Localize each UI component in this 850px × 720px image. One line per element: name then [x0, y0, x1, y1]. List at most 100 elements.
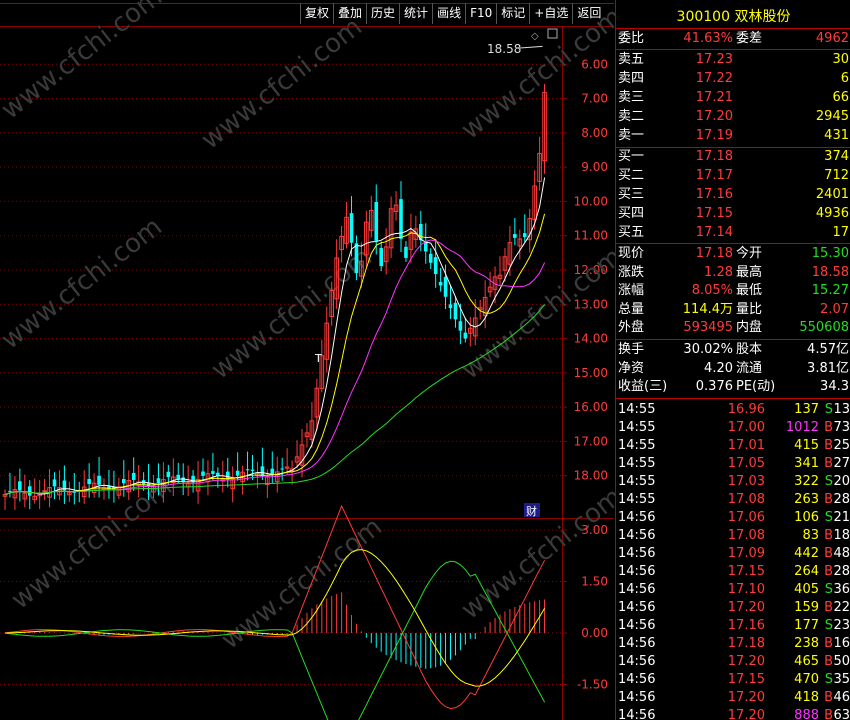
tick-count: 48	[833, 546, 850, 561]
tick-count: 35	[833, 672, 850, 687]
tick-time: 14:55	[618, 492, 656, 507]
fundamental-label: PE(动)	[736, 379, 776, 394]
ask-label: 卖二	[618, 109, 645, 124]
price-tick-label: 14.00	[574, 332, 608, 346]
tick-count: 25	[833, 438, 850, 453]
macd-tick-label: 1.50	[581, 575, 608, 589]
bid-label: 买五	[618, 225, 645, 240]
toolbar: 复权 叠加 历史 统计 画线 F10 标记 +自选 返回	[300, 3, 605, 24]
ask-price: 17.19	[695, 128, 733, 143]
high-price-arrow	[519, 45, 543, 49]
tick-time: 14:56	[618, 690, 656, 705]
ask-label: 卖一	[618, 128, 645, 143]
candle-body	[404, 246, 408, 258]
candle-body	[260, 466, 265, 477]
fundamental-label: 换手	[618, 342, 645, 357]
tick-price: 17.15	[727, 564, 765, 579]
tick-price: 17.09	[727, 546, 765, 561]
quote-label: 总量	[618, 301, 645, 317]
bid-label: 买三	[618, 187, 645, 202]
tick-row: 14:56 17.20 159 B 22	[616, 599, 850, 617]
ask-volume: 2945	[815, 109, 849, 124]
tick-price: 17.03	[727, 474, 765, 489]
tick-price: 17.20	[727, 690, 765, 705]
fundamental-value: 4.57亿	[807, 342, 849, 357]
ask-row: 卖四 17.22 6	[616, 70, 850, 88]
quote-label: 今开	[736, 246, 763, 261]
quote-value: 1.28	[704, 264, 733, 280]
ask-volume: 66	[832, 90, 849, 105]
tick-count: 73	[833, 420, 850, 435]
overlay-button[interactable]: 叠加	[333, 3, 366, 24]
ask-volume: 431	[824, 128, 849, 143]
chart-area[interactable]: 18.0017.0016.0015.0014.0013.0012.0011.00…	[0, 0, 615, 720]
candle-body	[211, 471, 215, 474]
candle-body	[374, 202, 379, 241]
tick-price: 17.01	[727, 438, 765, 453]
tick-count: 50	[833, 654, 850, 669]
back-button[interactable]: 返回	[572, 3, 605, 24]
fundamental-label: 收益(三)	[618, 379, 668, 394]
candle-body	[235, 470, 240, 476]
fundamental-label: 流通	[736, 360, 763, 376]
quote-value: 15.30	[811, 246, 849, 261]
tick-volume: 106	[794, 510, 819, 525]
price-tick-label: 10.00	[574, 194, 608, 208]
tick-volume: 415	[794, 438, 819, 453]
f10-button[interactable]: F10	[465, 3, 496, 24]
tick-time: 14:55	[618, 474, 656, 489]
tick-count: 21	[833, 510, 850, 525]
candle-body	[122, 478, 126, 484]
price-tick-label: 8.00	[581, 126, 608, 140]
tick-row: 14:56 17.16 177 S 23	[616, 617, 850, 635]
mark-button[interactable]: 标记	[496, 3, 529, 24]
quote-row: 涨幅 8.05% 最低 15.27	[616, 282, 850, 300]
price-tick-label: 15.00	[574, 366, 608, 380]
draw-line-button[interactable]: 画线	[432, 3, 465, 24]
candle-body	[166, 471, 171, 478]
tick-time: 14:56	[618, 510, 656, 525]
tick-volume: 263	[794, 492, 819, 507]
candle-body	[18, 481, 22, 491]
statistics-button[interactable]: 统计	[399, 3, 432, 24]
bid-row: 买三 17.16 2401	[616, 186, 850, 204]
tick-side: S	[824, 672, 833, 687]
tick-count: 46	[833, 690, 850, 705]
quote-row: 总量 114.4万 量比 2.07	[616, 301, 850, 319]
candle-body	[201, 471, 205, 476]
restore-rights-button[interactable]: 复权	[300, 3, 333, 24]
bid-row: 买四 17.15 4936	[616, 205, 850, 223]
quote-panel: 300100 双林股份 委比 41.63% 委差 4962 卖五 17.23 30 卖四 17.…	[615, 0, 850, 720]
watermark-text: www.cfchi.com	[0, 212, 168, 356]
tick-row: 14:56 17.20 888 B 63	[616, 707, 850, 720]
tick-row: 14:56 17.18 238 B 16	[616, 635, 850, 653]
panel-toggle-icon	[547, 28, 558, 39]
quote-value: 8.05%	[691, 283, 733, 298]
candle-body	[131, 472, 136, 481]
tick-time: 14:56	[618, 654, 656, 669]
candle-body	[448, 304, 453, 309]
tick-volume: 470	[794, 672, 819, 687]
pane-divider	[0, 518, 614, 519]
tick-count: 28	[833, 564, 850, 579]
bid-row: 买二 17.17 712	[616, 167, 850, 185]
fundamental-label: 净资	[618, 360, 645, 376]
add-watchlist-button[interactable]: +自选	[529, 3, 572, 24]
tick-price: 17.15	[727, 672, 765, 687]
tick-volume: 159	[794, 600, 819, 615]
tick-volume: 322	[794, 474, 819, 489]
fundamental-value: 3.81亿	[807, 360, 849, 376]
tick-price: 17.20	[727, 708, 765, 720]
tick-volume: 137	[794, 402, 819, 417]
tick-time: 14:56	[618, 618, 656, 633]
macd-tick-label: 0.00	[581, 626, 608, 640]
quote-label: 最高	[736, 264, 763, 280]
tick-volume: 1012	[785, 420, 819, 435]
bid-row: 买一 17.18 374	[616, 148, 850, 166]
price-tick-label: 9.00	[581, 160, 608, 174]
quote-label: 外盘	[618, 320, 645, 335]
price-tick-label: 7.00	[581, 92, 608, 106]
tick-side: B	[824, 690, 833, 705]
history-button[interactable]: 历史	[366, 3, 399, 24]
ask-row: 卖三 17.21 66	[616, 89, 850, 107]
